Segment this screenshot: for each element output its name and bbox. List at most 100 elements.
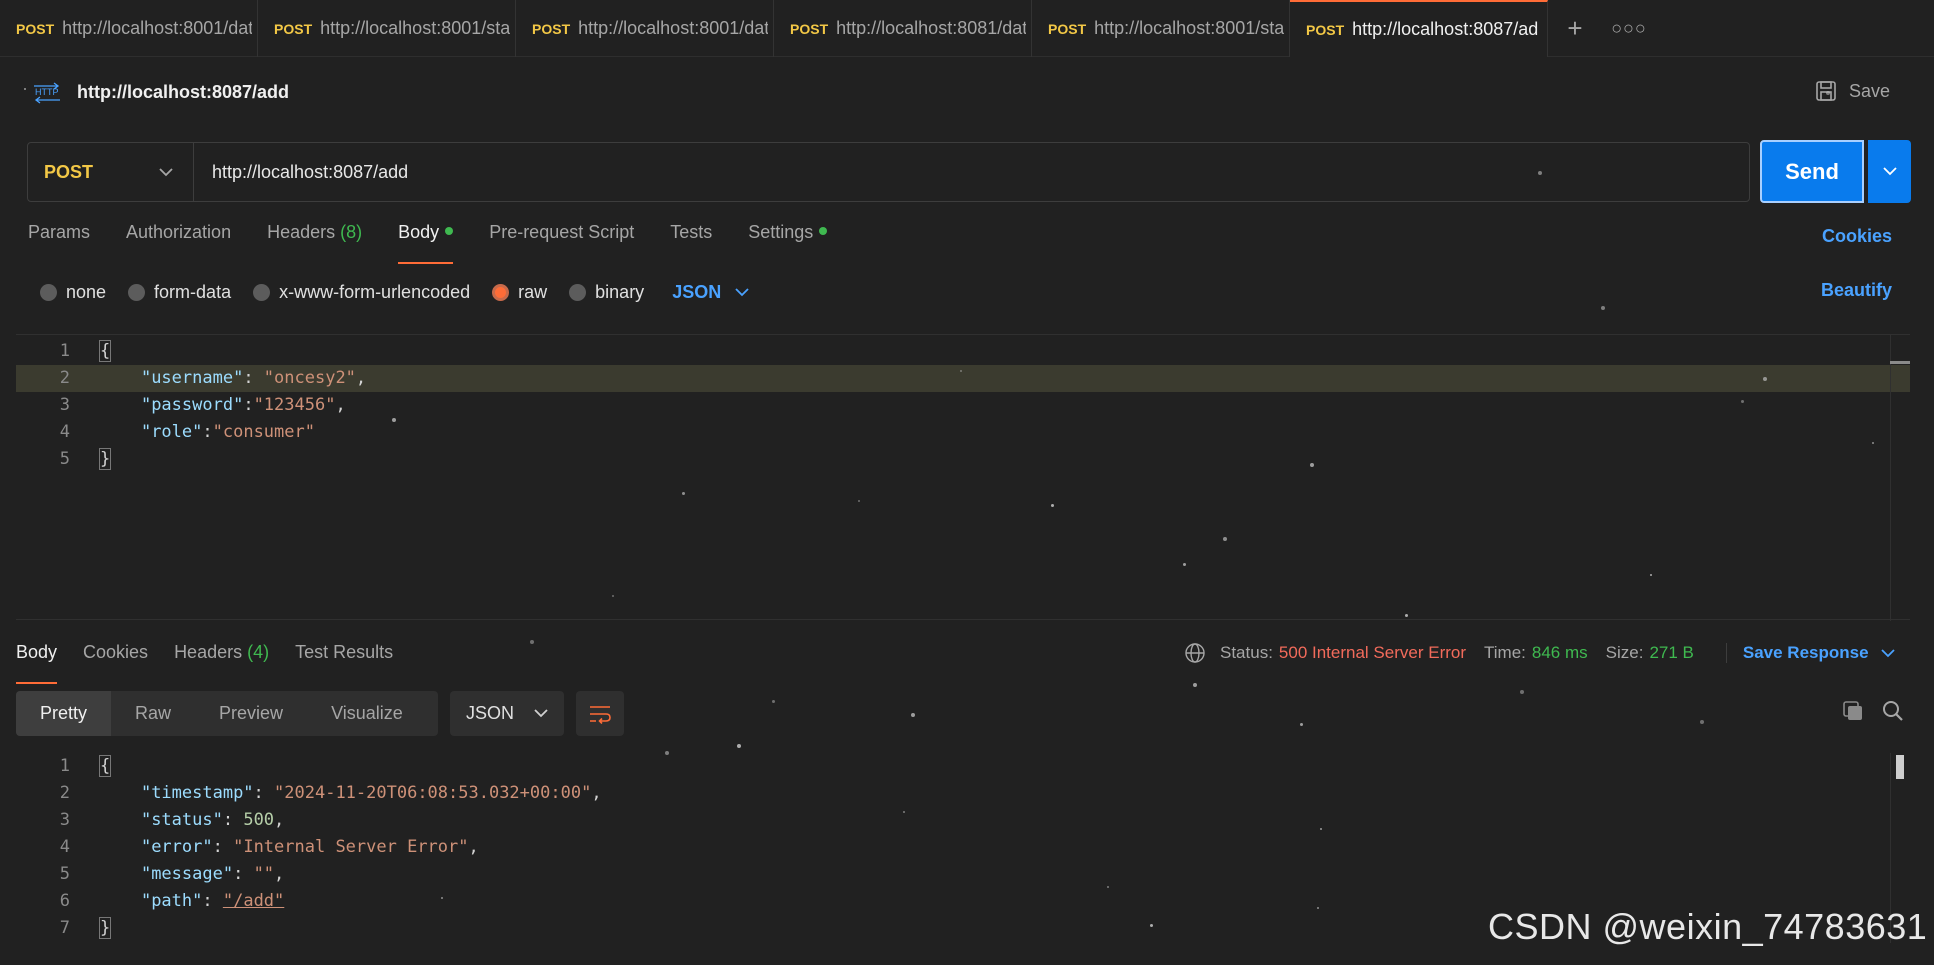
status-value[interactable]: 500 Internal Server Error <box>1279 643 1466 663</box>
snow-speck <box>1320 828 1322 830</box>
snow-speck <box>1317 907 1319 909</box>
globe-icon[interactable] <box>1184 642 1206 664</box>
request-title[interactable]: http://localhost:8087/add <box>77 82 289 103</box>
radio-binary[interactable]: binary <box>569 282 644 303</box>
request-tab-active[interactable]: POST http://localhost:8087/ad <box>1290 0 1548 57</box>
request-tab[interactable]: POST http://localhost:8001/sta <box>258 0 516 57</box>
wrap-lines-button[interactable] <box>576 691 624 736</box>
line-number: 5 <box>59 449 70 469</box>
response-view-selector: Pretty Raw Preview Visualize <box>16 691 438 736</box>
snow-speck <box>1826 91 1830 95</box>
response-status-bar: Status: 500 Internal Server Error Time: … <box>1184 642 1895 664</box>
snow-speck <box>1107 886 1109 888</box>
request-tab[interactable]: POST http://localhost:8001/dat <box>516 0 774 57</box>
snow-speck <box>1872 442 1874 444</box>
request-tab[interactable]: POST http://localhost:8081/dat <box>774 0 1032 57</box>
snow-speck <box>1150 924 1153 927</box>
time-value[interactable]: 846 ms <box>1532 643 1588 663</box>
more-tabs-ellipsis-icon[interactable]: ○○○ <box>1602 0 1656 56</box>
view-pretty[interactable]: Pretty <box>16 691 112 736</box>
radio-none[interactable]: none <box>40 282 106 303</box>
tab-settings[interactable]: Settings <box>748 222 828 262</box>
code-text: "status": 500, <box>140 810 285 830</box>
code-line: 5 } <box>16 446 1910 473</box>
snow-speck <box>858 500 860 502</box>
line-number: 1 <box>59 756 70 776</box>
response-tab-headers[interactable]: Headers (4) <box>174 642 269 682</box>
radio-urlencoded[interactable]: x-www-form-urlencoded <box>253 282 470 303</box>
tab-authorization[interactable]: Authorization <box>126 222 231 262</box>
save-response-label: Save Response <box>1742 643 1869 662</box>
wrap-lines-icon <box>590 705 611 724</box>
copy-icon[interactable] <box>1842 700 1864 722</box>
tab-prerequest-script[interactable]: Pre-request Script <box>489 222 634 262</box>
response-format-label: JSON <box>466 703 515 723</box>
method-select[interactable]: POST <box>28 143 194 201</box>
tab-settings-label: Settings <box>748 222 814 242</box>
tab-url: http://localhost:8001/dat <box>578 18 769 38</box>
headers-count: (8) <box>340 222 363 242</box>
request-body-editor[interactable]: 1 { 2 "username": "oncesy2", 3 "password… <box>16 334 1910 621</box>
snow-speck <box>1405 614 1408 617</box>
tab-headers[interactable]: Headers (8) <box>267 222 362 262</box>
tab-method: POST <box>790 20 829 37</box>
save-label: Save <box>1848 80 1890 101</box>
snow-speck <box>1763 377 1767 381</box>
snow-speck <box>737 744 741 748</box>
line-number: 1 <box>59 341 70 361</box>
scrollbar-thumb[interactable] <box>1896 755 1904 779</box>
new-tab-plus-icon[interactable]: + <box>1548 0 1602 56</box>
view-visualize[interactable]: Visualize <box>307 691 427 736</box>
request-config-tabs: Params Authorization Headers (8) Body Pr… <box>28 222 863 264</box>
code-text: } <box>98 917 112 939</box>
send-button[interactable]: Send <box>1760 140 1864 203</box>
url-input[interactable] <box>194 143 1749 201</box>
response-tab-test-results[interactable]: Test Results <box>295 642 393 682</box>
response-tab-body[interactable]: Body <box>16 642 58 684</box>
code-line: 1 { <box>16 753 1910 780</box>
response-tab-cookies[interactable]: Cookies <box>83 642 148 682</box>
save-response-button[interactable]: Save Response <box>1725 643 1895 663</box>
response-headers-label: Headers <box>174 642 243 662</box>
cookies-link[interactable]: Cookies <box>1822 226 1892 247</box>
body-format-select[interactable]: JSON <box>672 282 749 303</box>
snow-speck <box>1538 171 1542 175</box>
snow-speck <box>1741 400 1744 403</box>
response-format-select[interactable]: JSON <box>450 691 564 736</box>
code-text: "username": "oncesy2", <box>140 368 367 388</box>
snow-speck <box>1051 504 1054 507</box>
size-value[interactable]: 271 B <box>1649 643 1693 663</box>
view-preview[interactable]: Preview <box>195 691 307 736</box>
send-options-dropdown[interactable] <box>1868 140 1911 203</box>
editor-scrollbar[interactable] <box>1890 335 1910 621</box>
path-link[interactable]: "/add" <box>223 891 284 911</box>
code-text: } <box>98 448 112 470</box>
snow-speck <box>1700 720 1704 724</box>
request-tab[interactable]: POST http://localhost:8001/sta <box>1032 0 1290 57</box>
radio-circle <box>128 283 146 301</box>
snow-speck <box>1223 537 1227 541</box>
view-raw[interactable]: Raw <box>111 691 195 736</box>
tab-method: POST <box>274 20 313 37</box>
line-number: 3 <box>59 395 70 415</box>
code-line: 3 "password":"123456", <box>16 392 1910 419</box>
chevron-down-icon <box>534 709 548 718</box>
search-icon[interactable] <box>1882 700 1904 722</box>
tab-method: POST <box>1306 21 1345 38</box>
request-tab[interactable]: POST http://localhost:8001/dat <box>0 0 258 57</box>
tab-body[interactable]: Body <box>398 222 454 264</box>
radio-circle <box>569 283 587 301</box>
beautify-button[interactable]: Beautify <box>1821 280 1892 301</box>
snow-speck <box>665 751 669 755</box>
radio-raw[interactable]: raw <box>492 282 547 303</box>
tab-tests[interactable]: Tests <box>670 222 712 262</box>
code-text: { <box>98 340 112 362</box>
radio-form-data[interactable]: form-data <box>128 282 231 303</box>
scrollbar-thumb[interactable] <box>1890 361 1910 364</box>
radio-label: x-www-form-urlencoded <box>279 281 471 302</box>
snow-speck <box>1601 306 1605 310</box>
code-text: "password":"123456", <box>140 395 346 415</box>
tab-params[interactable]: Params <box>28 222 90 262</box>
code-text: "timestamp": "2024-11-20T06:08:53.032+00… <box>140 783 602 803</box>
snow-speck <box>612 595 614 597</box>
